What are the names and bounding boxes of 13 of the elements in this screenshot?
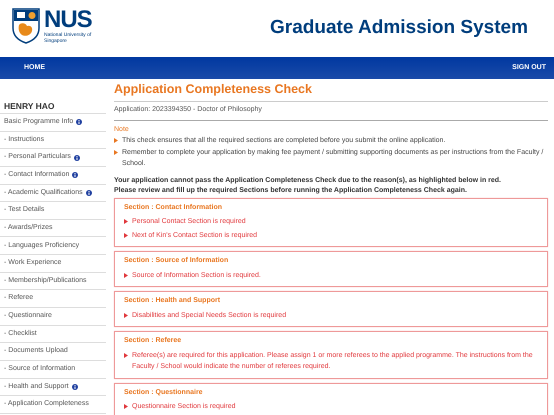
bullet-icon	[124, 219, 128, 224]
bullet-icon	[124, 232, 128, 238]
bullet-icon	[114, 138, 118, 143]
bullet-icon	[114, 150, 118, 154]
user-name: HENRY HAO	[0, 100, 106, 114]
system-title: Graduate Admission System	[270, 16, 528, 40]
bullet-icon	[124, 352, 128, 358]
page-title: Application Completeness Check	[114, 82, 548, 102]
bullet-icon	[124, 404, 128, 409]
bullet-icon	[124, 272, 128, 278]
crest-icon	[12, 8, 40, 44]
logo-text: NUS	[44, 8, 92, 32]
bullet-icon	[124, 312, 128, 318]
